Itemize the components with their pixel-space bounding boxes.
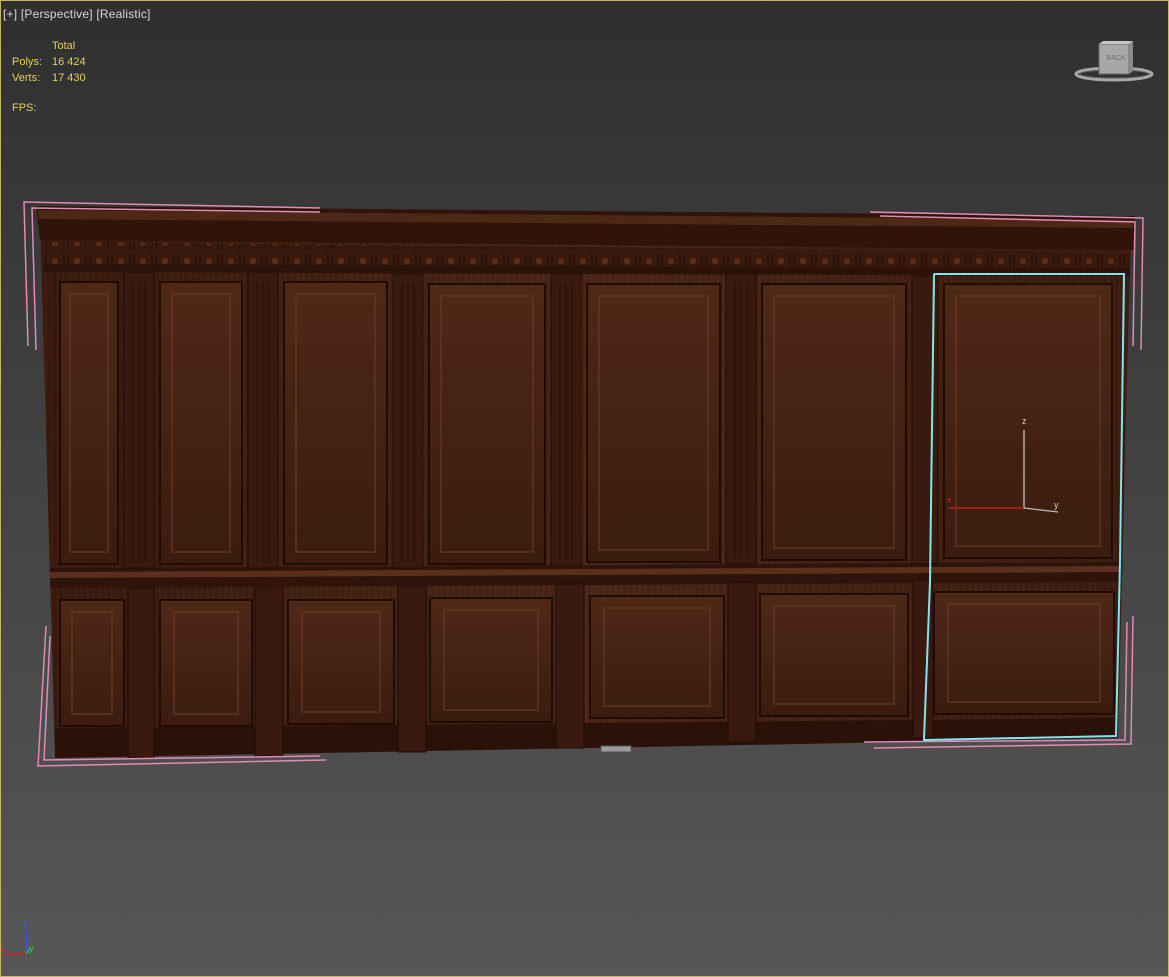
verts-value: 17 430 bbox=[52, 72, 86, 84]
polys-value: 16 424 bbox=[52, 56, 86, 68]
world-axis-tripod: z x y bbox=[0, 918, 40, 958]
scene-statistics: Total Polys: 16 424 Verts: 17 430 bbox=[12, 38, 86, 86]
axis-x-label: x bbox=[0, 945, 5, 955]
gizmo-z-label: z bbox=[1022, 416, 1027, 426]
stats-header: Total bbox=[52, 40, 76, 52]
polys-label: Polys: bbox=[12, 56, 42, 68]
viewport-menu-perspective[interactable]: [Perspective] bbox=[21, 7, 93, 21]
wood-wall-panel[interactable] bbox=[36, 206, 1135, 759]
gizmo-x-label: x bbox=[947, 495, 952, 505]
viewport-label: [+] [Perspective] [Realistic] bbox=[3, 7, 151, 21]
fps-label: FPS: bbox=[12, 102, 37, 114]
axis-tripod-icon bbox=[4, 930, 31, 955]
viewport-menu-plus[interactable]: [+] bbox=[3, 7, 17, 21]
scene-canvas[interactable] bbox=[0, 0, 1169, 977]
viewcube[interactable]: BACK bbox=[1072, 40, 1156, 86]
viewcube-face-label[interactable]: BACK bbox=[1103, 55, 1129, 62]
viewcube-icon bbox=[1074, 41, 1154, 82]
axis-z-label: z bbox=[23, 918, 28, 928]
axis-y-label: y bbox=[29, 943, 34, 953]
upper-panels bbox=[59, 281, 1113, 565]
pivot-marker bbox=[600, 745, 632, 753]
viewport[interactable]: z x y [+] [Perspective] [Realistic] Tota… bbox=[0, 0, 1169, 977]
verts-label: Verts: bbox=[12, 72, 41, 84]
gizmo-y-label: y bbox=[1054, 500, 1059, 510]
viewport-menu-shading[interactable]: [Realistic] bbox=[96, 7, 150, 21]
